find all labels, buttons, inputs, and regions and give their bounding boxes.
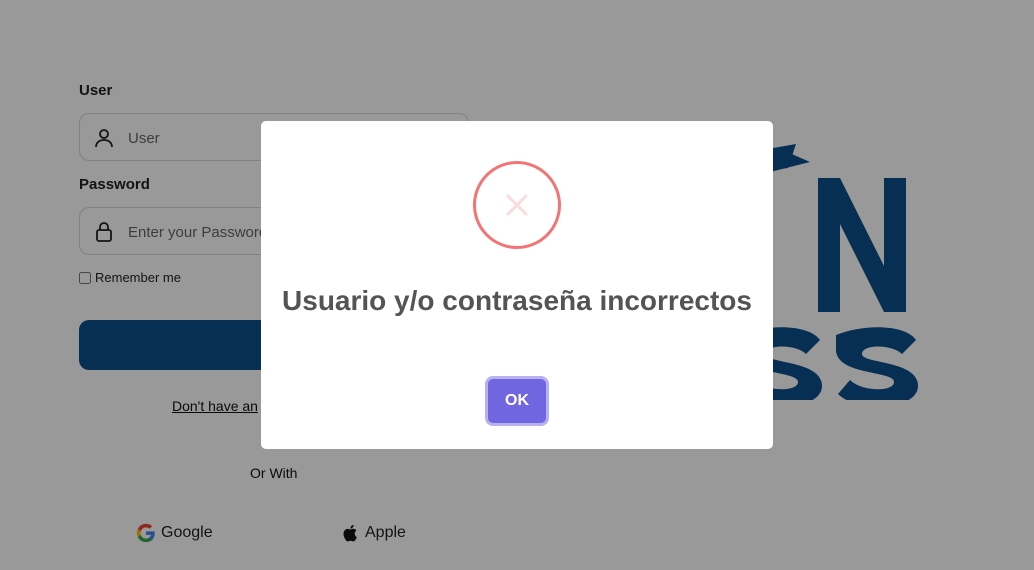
dialog-title: Usuario y/o contraseña incorrectos <box>282 285 752 316</box>
error-dialog: Usuario y/o contraseña incorrectos OK <box>261 121 773 449</box>
error-x-icon <box>473 161 561 249</box>
ok-button[interactable]: OK <box>488 379 546 423</box>
